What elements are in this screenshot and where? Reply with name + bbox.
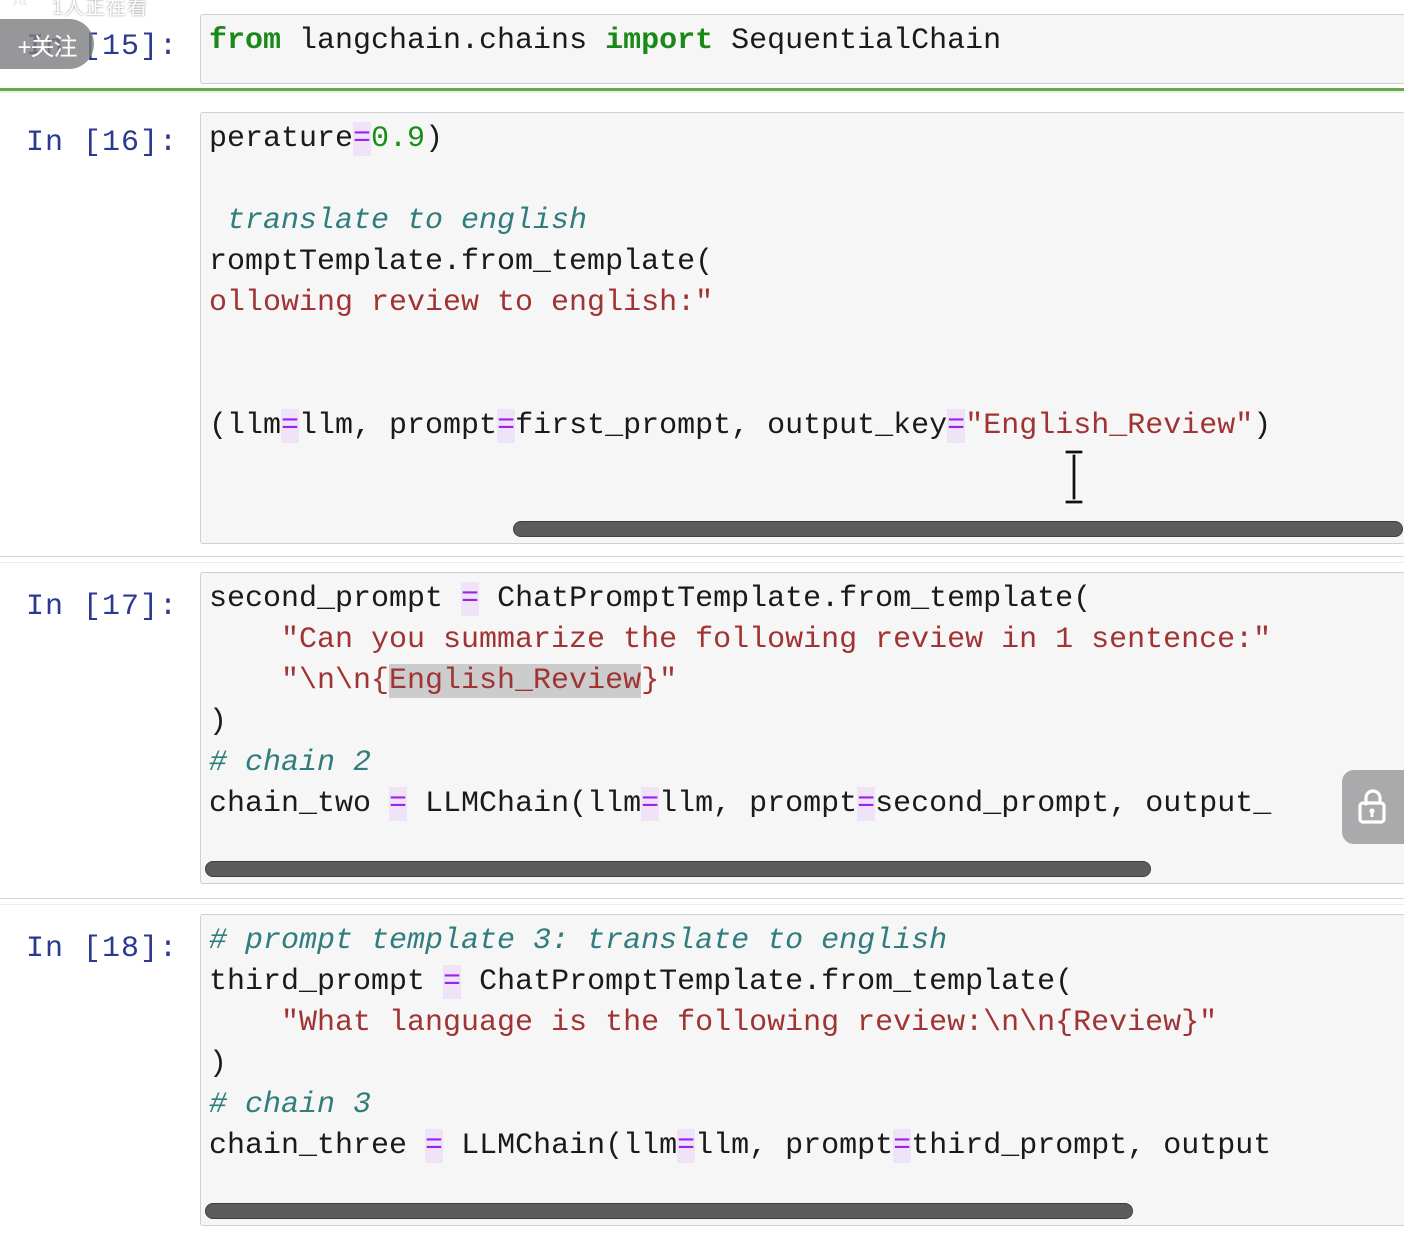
watchers-chevron-icon: ›« [12,0,29,11]
code-token: chain_two [209,787,390,821]
code-editor-area[interactable]: # prompt template 3: translate to englis… [200,914,1404,1226]
code-token: llm, prompt [659,787,858,821]
code-token: = [677,1129,696,1163]
follow-button-label: +关注 [17,33,77,61]
cell-divider-light [0,562,1404,563]
text-cursor-ibeam [1060,448,1088,511]
code-token: }" [641,664,678,698]
code-token: = [497,409,516,443]
code-line: ollowing review to english:" [209,283,1404,324]
code-line: "Can you summarize the following review … [209,620,1404,661]
code-token: ollowing review to english:" [209,286,714,320]
code-editor-area[interactable]: perature=0.9) translate to english romptT… [200,112,1404,544]
code-token: langchain.chains [281,24,606,58]
code-token: 0.9 [371,122,426,156]
unlock-screen-button[interactable] [1342,770,1404,844]
code-token: = [947,409,966,443]
code-editor-area[interactable]: second_prompt = ChatPromptTemplate.from_… [200,572,1404,884]
horizontal-scrollbar[interactable] [205,861,1151,877]
code-token: ) [425,122,444,156]
cell-execution-prompt: In [16]: [26,126,179,160]
code-token: = [857,787,876,821]
source-code[interactable]: perature=0.9) translate to english romptT… [201,113,1404,447]
code-token: = [389,787,408,821]
code-token: from [209,24,282,58]
code-token: "English_Review" [965,409,1254,443]
code-line: ) [209,702,1404,743]
code-token: = [425,1129,444,1163]
code-token: "What language is the following review:\… [209,1006,1218,1040]
code-token: llm, prompt [299,409,498,443]
watchers-count-label: 1人正在看 [52,0,149,19]
code-token: ) [209,705,228,739]
code-token: "\n\n{ [209,664,390,698]
code-token: SequentialChain [713,24,1002,58]
cell-divider [0,556,1404,557]
source-code[interactable]: second_prompt = ChatPromptTemplate.from_… [201,573,1404,825]
cell-execution-prompt: In [18]: [26,932,179,966]
code-token: third_prompt, output [911,1129,1272,1163]
execution-progress-bar [0,88,1404,93]
code-token: second_prompt [209,582,462,616]
code-token: = [461,582,480,616]
code-line: translate to english [209,201,1404,242]
code-token: = [443,965,462,999]
code-editor-area[interactable]: from langchain.chains import SequentialC… [200,14,1404,84]
code-token: (llm [209,409,282,443]
code-token: ) [209,1047,228,1081]
code-line: ) [209,1044,1404,1085]
horizontal-scrollbar[interactable] [513,521,1403,537]
code-token: romptTemplate.from_template( [209,245,714,279]
code-token: English_Review [389,664,642,698]
cell-divider [0,898,1404,899]
horizontal-scrollbar[interactable] [205,1203,1133,1219]
code-token: chain_three [209,1129,426,1163]
code-token: ) [1253,409,1272,443]
code-token: second_prompt, output_ [875,787,1272,821]
code-line: # chain 2 [209,743,1404,784]
code-token: # chain 3 [209,1088,372,1122]
source-code[interactable]: from langchain.chains import SequentialC… [201,15,1404,62]
code-line: perature=0.9) [209,119,1404,160]
code-line: (llm=llm, prompt=first_prompt, output_ke… [209,406,1404,447]
code-token: ChatPromptTemplate.from_template( [461,965,1074,999]
code-token: # prompt template 3: translate to englis… [209,924,948,958]
code-token: "Can you summarize the following review … [209,623,1272,657]
code-line: chain_three = LLMChain(llm=llm, prompt=t… [209,1126,1404,1167]
code-line: "\n\n{English_Review}" [209,661,1404,702]
code-line: from langchain.chains import SequentialC… [209,21,1404,62]
code-token: llm, prompt [695,1129,894,1163]
code-line: romptTemplate.from_template( [209,242,1404,283]
follow-button[interactable]: +关注 [0,19,94,69]
code-token: ChatPromptTemplate.from_template( [479,582,1092,616]
cell-execution-prompt: In [17]: [26,590,179,624]
code-token: perature [209,122,354,156]
code-line: "What language is the following review:\… [209,1003,1404,1044]
source-code[interactable]: # prompt template 3: translate to englis… [201,915,1404,1167]
jupyter-notebook-screenshot: ›« 1人正在看 +关注 In [15]: from langchain.chai… [0,0,1404,1244]
code-token: = [641,787,660,821]
code-token: = [353,122,372,156]
code-token: = [281,409,300,443]
code-token: translate to english [209,204,588,238]
code-token: import [605,24,714,58]
code-token: # chain 2 [209,746,372,780]
code-line: # chain 3 [209,1085,1404,1126]
unlock-icon [1354,786,1392,828]
code-token: third_prompt [209,965,444,999]
code-line: third_prompt = ChatPromptTemplate.from_t… [209,962,1404,1003]
code-token: LLMChain(llm [443,1129,678,1163]
code-token: first_prompt, output_key [515,409,948,443]
code-token: LLMChain(llm [407,787,642,821]
code-line: # prompt template 3: translate to englis… [209,921,1404,962]
code-line: chain_two = LLMChain(llm=llm, prompt=sec… [209,784,1404,825]
code-token: = [893,1129,912,1163]
code-line: second_prompt = ChatPromptTemplate.from_… [209,579,1404,620]
cell-divider-light [0,904,1404,905]
